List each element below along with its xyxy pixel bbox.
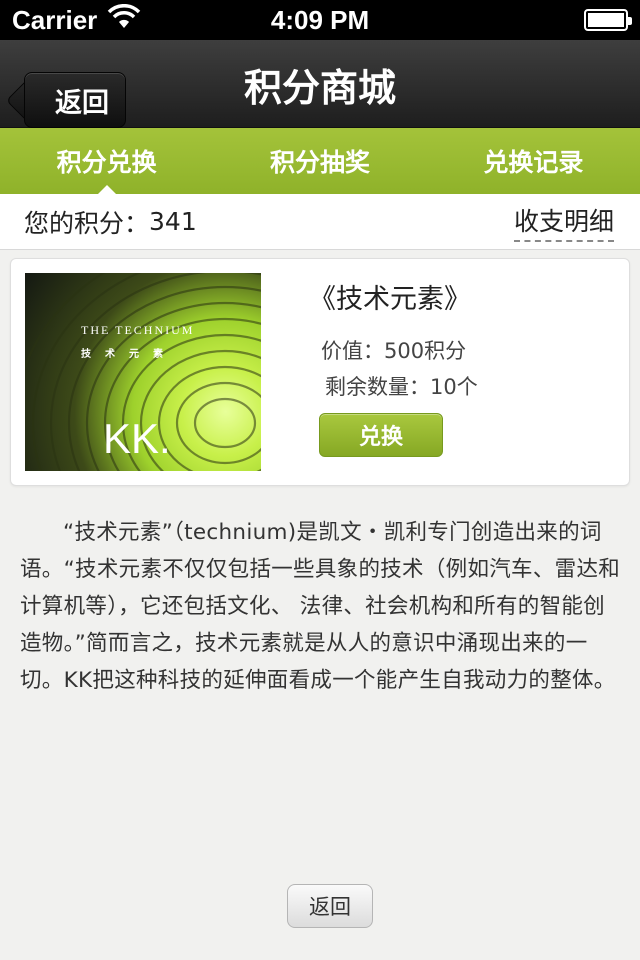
- points-label: 您的积分：: [24, 208, 150, 238]
- points-row: 您的积分： 341 收支明细: [0, 194, 640, 250]
- battery-icon: [584, 9, 632, 31]
- product-stock: 剩余数量：10个: [325, 375, 478, 399]
- status-bar: Carrier 4:09 PM: [0, 0, 640, 40]
- exchange-button[interactable]: 兑换: [319, 413, 443, 457]
- wifi-icon: [107, 3, 141, 37]
- cover-brand: KK.: [103, 415, 171, 462]
- tab-points-lottery[interactable]: 积分抽奖: [213, 128, 426, 194]
- tab-exchange-records[interactable]: 兑换记录: [427, 128, 640, 194]
- product-description: “技术元素”（technium)是凯文・凯利专门创造出来的词语。“技术元素不仅仅…: [20, 520, 621, 693]
- tab-bar: 积分兑换 积分抽奖 兑换记录: [0, 128, 640, 194]
- carrier-label: Carrier: [12, 4, 98, 35]
- tab-points-exchange[interactable]: 积分兑换: [0, 128, 213, 194]
- status-left: Carrier: [12, 3, 141, 37]
- cover-title-cn: 技术元素: [81, 349, 177, 360]
- cover-title-en: THE TECHNIUM: [81, 323, 195, 337]
- points-detail-link[interactable]: 收支明细: [513, 202, 614, 242]
- navigation-bar: 返回 积分商城: [0, 40, 640, 128]
- product-card[interactable]: THE TECHNIUM 技术元素 KK. 《技术元素》 价值：500积分 剩余…: [10, 258, 630, 486]
- product-title: 《技术元素》: [309, 284, 471, 315]
- product-price: 价值：500积分: [321, 339, 467, 363]
- points-value: 341: [149, 207, 197, 236]
- bottom-back-button[interactable]: 返回: [287, 884, 373, 928]
- back-button[interactable]: 返回: [24, 72, 126, 128]
- book-cover-image: THE TECHNIUM 技术元素 KK.: [25, 273, 261, 471]
- points-summary: 您的积分： 341: [24, 204, 197, 240]
